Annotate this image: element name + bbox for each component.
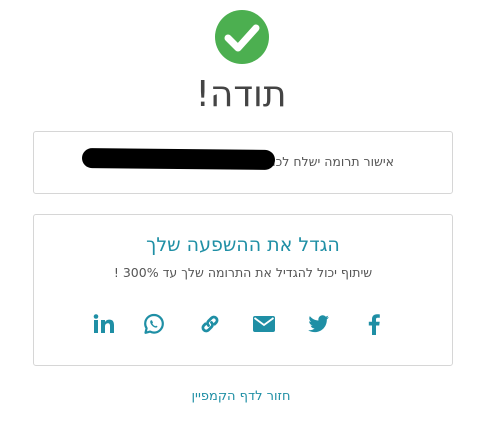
email-icon[interactable] xyxy=(252,312,276,336)
linkedin-icon[interactable] xyxy=(92,312,116,336)
back-to-campaign-link[interactable]: חזור לדף הקמפיין xyxy=(0,388,482,406)
twitter-icon[interactable] xyxy=(307,312,331,336)
page-title: תודה! xyxy=(195,74,287,115)
check-circle-icon xyxy=(215,10,269,64)
link-icon[interactable] xyxy=(198,312,222,336)
share-heading: הגדל את ההשפעה שלך xyxy=(146,234,340,256)
confirmation-card: אישור תרומה ישלח לכתובת xyxy=(33,131,453,194)
facebook-icon[interactable] xyxy=(362,312,386,336)
redacted-email xyxy=(81,147,276,171)
share-card: הגדל את ההשפעה שלך שיתוף יכול להגדיל את … xyxy=(33,214,453,366)
thank-you-page: תודה! אישור תרומה ישלח לכתובת הגדל את הה… xyxy=(0,0,482,436)
share-icons-row xyxy=(92,312,392,336)
whatsapp-icon[interactable] xyxy=(142,312,166,336)
share-subtext: שיתוף יכול להגדיל את התרומה שלך עד 300% … xyxy=(113,265,373,280)
